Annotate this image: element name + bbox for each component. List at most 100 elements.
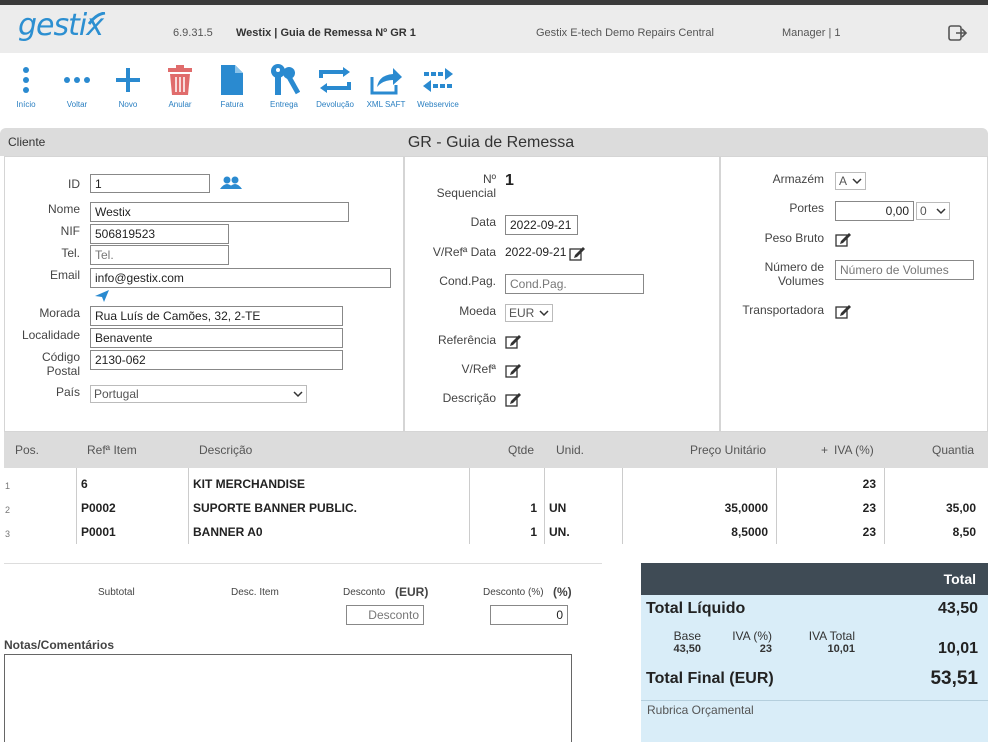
armazem-label: Armazém	[772, 172, 824, 186]
toolbar-label: Voltar	[66, 100, 88, 109]
volumes-input[interactable]: Número de Volumes	[835, 260, 974, 280]
morada-label: Morada	[39, 306, 80, 320]
moeda-select[interactable]: EUR	[505, 304, 553, 322]
tel-label: Tel.	[61, 246, 80, 260]
col-qtde: Qtde	[508, 443, 535, 457]
col-divider	[76, 468, 77, 544]
row-unid: UN.	[549, 525, 570, 539]
nome-input[interactable]: Westix	[90, 202, 349, 222]
row-preco[interactable]: 35,0000	[622, 501, 768, 515]
row-desc[interactable]: BANNER A0	[193, 525, 263, 539]
row-iva: 23	[862, 525, 876, 539]
volumes-label-line2: Volumes	[777, 274, 824, 288]
toolbar-xml-saft-button[interactable]: XML SAFT	[364, 62, 408, 109]
toolbar-label: Novo	[118, 100, 138, 109]
row-ref[interactable]: 6	[81, 477, 88, 491]
row-desc[interactable]: SUPORTE BANNER PUBLIC.	[193, 501, 357, 515]
portes-rate-select[interactable]: 0	[916, 202, 950, 220]
desconto-input[interactable]: Desconto	[346, 605, 424, 625]
document-title: Westix | Guia de Remessa Nº GR 1	[236, 27, 416, 39]
toolbar-label: XML SAFT	[366, 100, 406, 109]
toolbar-anular-button[interactable]: Anular	[158, 62, 202, 109]
edit-referencia-icon[interactable]	[505, 334, 521, 350]
exchange-arrows-icon	[416, 62, 460, 98]
toolbar-label: Anular	[168, 100, 192, 109]
trash-icon	[158, 62, 202, 98]
notas-textarea[interactable]	[4, 654, 572, 742]
armazem-select[interactable]: A	[835, 172, 866, 190]
desconto-pct-input[interactable]: 0	[490, 605, 568, 625]
row-preco[interactable]: 8,5000	[622, 525, 768, 539]
row-desc[interactable]: KIT MERCHANDISE	[193, 477, 305, 491]
app-version: 6.9.31.5	[173, 27, 213, 39]
subtotal-label: Subtotal	[98, 587, 135, 598]
chevron-down-icon	[539, 310, 549, 317]
edit-vref-data-icon[interactable]	[569, 246, 585, 262]
toolbar-devolucao-button[interactable]: Devolução	[313, 62, 357, 109]
toolbar-inicio-button[interactable]: Início	[4, 62, 48, 109]
totals-header-label: Total	[943, 571, 976, 587]
row-ref[interactable]: P0002	[81, 501, 116, 515]
codigo-label-line1: Código	[41, 350, 80, 364]
logout-icon[interactable]	[948, 25, 968, 41]
referencia-label: Referência	[437, 333, 496, 347]
data-input[interactable]: 2022-09-21	[505, 215, 578, 235]
desconto-label: Desconto	[343, 587, 386, 598]
edit-descricao-icon[interactable]	[505, 392, 521, 408]
peso-bruto-label: Peso Bruto	[764, 231, 824, 245]
row-pos: 1	[5, 481, 11, 491]
desconto-unit: (EUR)	[395, 585, 429, 599]
email-input[interactable]: info@gestix.com	[90, 268, 391, 288]
pais-value: Portugal	[94, 387, 139, 401]
col-ref: Refª Item	[87, 443, 137, 457]
toolbar-webservice-button[interactable]: Webservice	[416, 62, 460, 109]
row-pos: 2	[5, 505, 11, 515]
toolbar-label: Devolução	[316, 100, 354, 109]
edit-vref-icon[interactable]	[505, 363, 521, 379]
portes-input[interactable]: 0,00	[835, 201, 914, 221]
nif-label: NIF	[60, 224, 80, 238]
edit-peso-icon[interactable]	[835, 232, 851, 248]
armazem-value: A	[839, 174, 848, 188]
portes-rate-value: 0	[920, 204, 927, 218]
toolbar-novo-button[interactable]: Novo	[106, 62, 150, 109]
rubrica-label: Rubrica Orçamental	[647, 703, 754, 717]
summary-divider	[4, 563, 602, 564]
pais-select[interactable]: Portugal	[90, 385, 307, 403]
id-input[interactable]: 1	[90, 174, 210, 193]
edit-transportadora-icon[interactable]	[835, 304, 851, 320]
toolbar-entrega-button[interactable]: Entrega	[262, 62, 306, 109]
toolbar-fatura-button[interactable]: Fatura	[210, 62, 254, 109]
row-qtde[interactable]: 1	[470, 501, 537, 515]
user-label[interactable]: Manager | 1	[782, 27, 841, 39]
vref-data-value: 2022-09-21	[505, 245, 567, 259]
row-qtde[interactable]: 1	[470, 525, 537, 539]
tel-input[interactable]: Tel.	[90, 245, 229, 265]
col-iva-plus[interactable]: +	[821, 443, 828, 457]
notas-label: Notas/Comentários	[4, 638, 115, 652]
send-email-icon[interactable]	[94, 289, 110, 303]
localidade-label: Localidade	[21, 328, 80, 342]
plus-icon	[106, 62, 150, 98]
codigo-postal-input[interactable]: 2130-062	[90, 350, 343, 370]
portes-label: Portes	[789, 201, 824, 215]
share-icon	[364, 62, 408, 98]
toolbar-label: Webservice	[417, 100, 459, 109]
total-final-label: Total Final (EUR)	[646, 670, 774, 687]
row-quantia: 8,50	[952, 525, 976, 539]
contacts-icon[interactable]	[220, 176, 242, 190]
localidade-input[interactable]: Benavente	[90, 328, 343, 348]
col-iva: IVA (%)	[834, 443, 874, 457]
transportadora-label: Transportadora	[742, 303, 824, 317]
cond-pag-input[interactable]: Cond.Pag.	[505, 274, 644, 294]
nif-input[interactable]: 506819523	[90, 224, 229, 244]
vref-label: V/Refª	[461, 362, 496, 376]
row-ref[interactable]: P0001	[81, 525, 116, 539]
volumes-label: Número de Volumes	[730, 260, 824, 288]
morada-input[interactable]: Rua Luís de Camões, 32, 2-TE	[90, 306, 343, 326]
base-label: Base	[673, 629, 701, 643]
toolbar-voltar-button[interactable]: Voltar	[55, 62, 99, 109]
total-liquido-label: Total Líquido	[646, 600, 746, 617]
total-final-value: 53,51	[930, 668, 978, 689]
seq-label: Nº Sequencial	[420, 172, 496, 200]
